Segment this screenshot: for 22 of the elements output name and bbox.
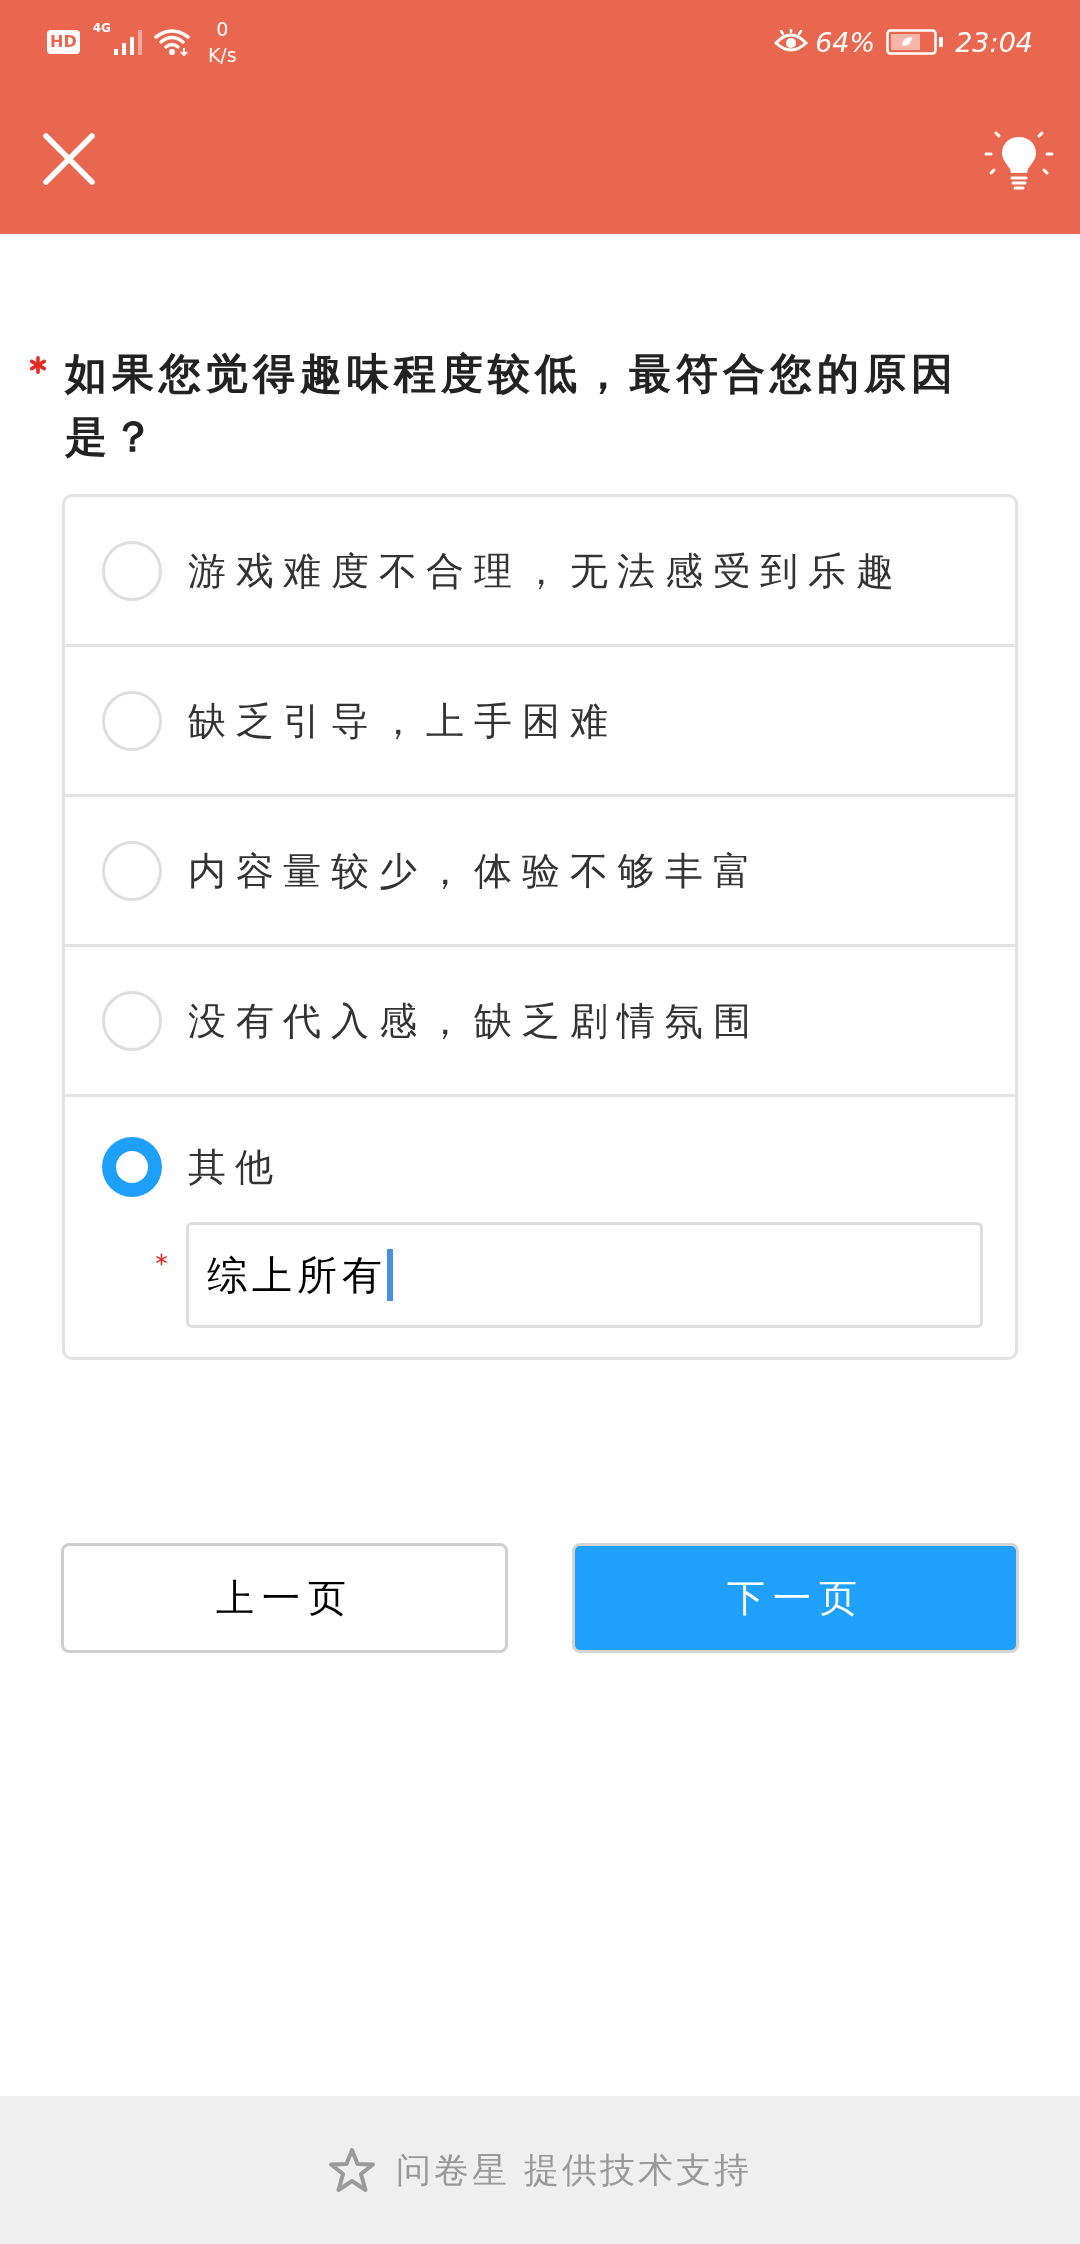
other-answer-input[interactable]: 综上所有 [186, 1222, 983, 1328]
close-icon[interactable] [43, 133, 95, 185]
speed-unit: K/s [207, 45, 237, 65]
network-type-label: 4G [92, 21, 111, 34]
signal-icon [112, 29, 143, 55]
previous-button[interactable]: 上一页 [61, 1543, 508, 1653]
option-label: 缺乏引导，上手困难 [188, 701, 618, 740]
eye-icon [774, 29, 809, 55]
question-title: 如果您觉得趣味程度较低，最符合您的原因是？ [65, 348, 959, 463]
wifi-icon [152, 28, 193, 56]
option-label: 内容量较少，体验不够丰富 [188, 851, 761, 890]
battery-percent: 64% [815, 28, 876, 56]
star-icon [327, 2147, 376, 2193]
hd-badge: HD [47, 30, 80, 54]
battery-icon [886, 29, 945, 55]
speed-value: 0 [216, 19, 229, 39]
radio-button[interactable] [102, 1137, 162, 1197]
option-label: 游戏难度不合理，无法感受到乐趣 [188, 551, 904, 590]
footer-credit-text: 问卷星 提供技术支持 [395, 2148, 753, 2192]
option-label: 其他 [188, 1148, 282, 1186]
option-label: 没有代入感，缺乏剧情氛围 [188, 1001, 761, 1040]
clock-time: 23:04 [955, 28, 1033, 56]
